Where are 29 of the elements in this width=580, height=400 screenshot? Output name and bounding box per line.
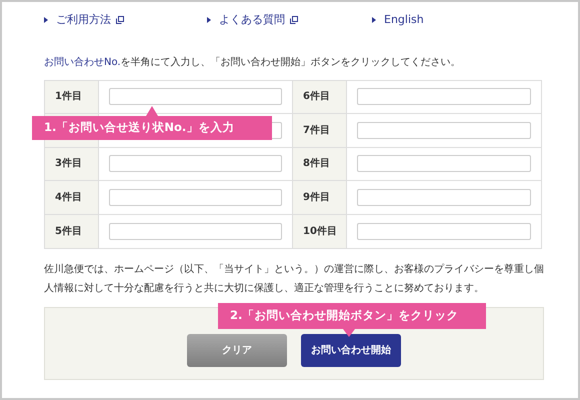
nav-link[interactable]: English bbox=[384, 12, 424, 28]
tracking-number-field[interactable] bbox=[109, 88, 282, 106]
label-cell: 3件目 bbox=[45, 148, 99, 180]
number-link[interactable]: お問い合わせNo. bbox=[44, 56, 121, 68]
tracking-number-field[interactable] bbox=[109, 188, 282, 206]
tracking-number-field[interactable] bbox=[357, 122, 531, 139]
tracking-number-field[interactable] bbox=[357, 188, 531, 206]
tracking-number-field[interactable] bbox=[109, 155, 282, 172]
tracking-number-field[interactable] bbox=[357, 222, 531, 240]
bullet-icon bbox=[207, 17, 211, 24]
label-cell: 1件目 bbox=[45, 80, 99, 113]
label-cell: 9件目 bbox=[293, 181, 347, 214]
nav-link[interactable]: よくある質問 bbox=[219, 12, 298, 28]
label-cell: 10件目 bbox=[293, 214, 347, 248]
label-cell: 8件目 bbox=[293, 148, 347, 180]
bullet-icon bbox=[44, 17, 48, 24]
privacy-notice: 佐川急便では、ホームページ（以下、「当サイト」という。）の運営に際し、お客様のプライバシーを尊重し個人情報に対して十分な配慮を行うと共に大切に保護し、適正な管理を行うことに努めております。 bbox=[44, 262, 544, 296]
tracking-number-field[interactable] bbox=[357, 88, 531, 106]
instruction-text: を半角にて入力し、「お問い合わせ開始」ボタンをクリックしてください。 bbox=[120, 56, 461, 68]
nav-link[interactable]: ご利用方法 bbox=[56, 12, 124, 28]
start-inquiry-button[interactable]: お問い合わせ開始 bbox=[301, 334, 401, 367]
tracking-number-field[interactable] bbox=[109, 222, 282, 240]
callout-tooltip: 1.「お問い合せ送り状No.」を入力 bbox=[32, 106, 272, 140]
tracking-number-field[interactable] bbox=[357, 155, 531, 172]
label-cell: 5件目 bbox=[45, 214, 99, 248]
bullet-icon bbox=[372, 17, 376, 24]
label-cell: 7件目 bbox=[293, 114, 347, 146]
label-cell: 4件目 bbox=[45, 181, 99, 214]
label-cell: 6件目 bbox=[293, 80, 347, 113]
